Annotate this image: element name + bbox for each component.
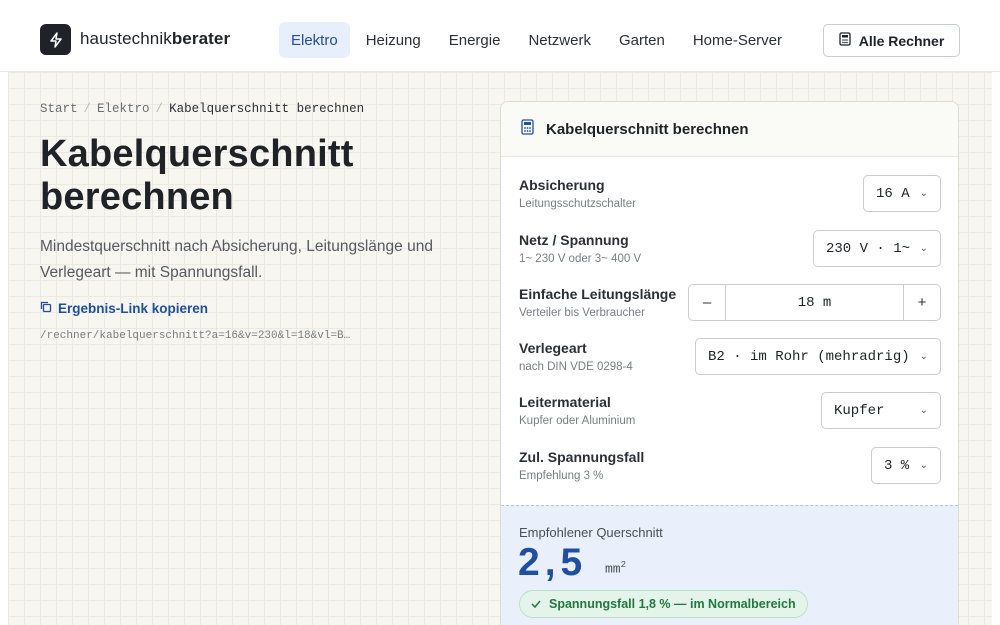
nav-item-garten[interactable]: Garten	[607, 22, 677, 58]
status-text: Spannungsfall 1,8 % — im Normalbereich	[549, 597, 796, 611]
field-label: Zul. Spannungsfall	[519, 449, 645, 465]
breadcrumb: Start / Elektro / Kabelquerschnitt berechnen	[40, 102, 364, 116]
installation-select[interactable]: B2 · im Rohr (mehradrig) ⌄	[695, 338, 941, 375]
decrement-button[interactable]: –	[689, 285, 726, 320]
result-value: 2,5	[518, 541, 588, 584]
calculator-icon	[521, 119, 534, 140]
chevron-down-icon: ⌄	[919, 351, 928, 362]
increment-button[interactable]: +	[903, 285, 940, 320]
result-unit: mm2	[605, 560, 627, 577]
copy-icon	[40, 301, 52, 316]
breadcrumb-separator: /	[83, 102, 92, 116]
field-hint: Kupfer oder Aluminium	[519, 415, 636, 427]
copy-result-link-button[interactable]: Ergebnis-Link kopieren	[40, 301, 208, 316]
top-header: haustechnikberater Elektro Heizung Energ…	[0, 0, 1000, 72]
brand-name[interactable]: haustechnikberater	[80, 29, 230, 49]
select-value: 230 V · 1~	[826, 240, 911, 257]
select-value: Kupfer	[834, 402, 885, 419]
logo-bolt-icon[interactable]	[40, 24, 71, 55]
field-label: Einfache Leitungslänge	[519, 286, 677, 302]
result-panel: Empfohlener Querschnitt 2,5 mm2 Spannung…	[501, 505, 958, 625]
chevron-down-icon: ⌄	[919, 405, 928, 416]
length-input[interactable]: 18 m	[726, 285, 903, 320]
status-badge: Spannungsfall 1,8 % — im Normalbereich	[519, 590, 808, 618]
voltage-drop-select[interactable]: 3 % ⌄	[871, 447, 941, 484]
voltage-select[interactable]: 230 V · 1~ ⌄	[813, 230, 941, 267]
result-label: Empfohlener Querschnitt	[519, 525, 663, 540]
all-calculators-button[interactable]: Alle Rechner	[823, 24, 960, 57]
field-label: Leitermaterial	[519, 394, 611, 410]
field-label: Absicherung	[519, 177, 605, 193]
calculator-title: Kabelquerschnitt berechnen	[546, 121, 749, 138]
select-value: 16 A	[876, 185, 910, 202]
field-hint: Leitungsschutzschalter	[519, 198, 636, 210]
breadcrumb-elektro[interactable]: Elektro	[97, 102, 150, 116]
field-hint: Empfehlung 3 %	[519, 470, 604, 482]
nav-item-energie[interactable]: Energie	[437, 22, 513, 58]
select-value: 3 %	[884, 457, 910, 474]
nav-item-elektro[interactable]: Elektro	[279, 22, 350, 58]
page-subtitle: Mindestquerschnitt nach Absicherung, Lei…	[40, 238, 433, 281]
breadcrumb-separator: /	[155, 102, 164, 116]
main-nav: Elektro Heizung Energie Netzwerk Garten …	[279, 22, 798, 58]
chevron-down-icon: ⌄	[919, 188, 928, 199]
fuse-select[interactable]: 16 A ⌄	[863, 175, 941, 212]
field-hint: 1~ 230 V oder 3~ 400 V	[519, 253, 642, 265]
nav-item-home-server[interactable]: Home-Server	[681, 22, 794, 58]
breadcrumb-current: Kabelquerschnitt berechnen	[169, 102, 365, 116]
all-calculators-label: Alle Rechner	[858, 32, 945, 49]
chevron-down-icon: ⌄	[919, 460, 928, 471]
chevron-down-icon: ⌄	[919, 243, 928, 254]
calculator-icon	[839, 32, 851, 49]
select-value: B2 · im Rohr (mehradrig)	[708, 348, 910, 365]
result-url: /rechner/kabelquerschnitt?a=16&v=230&l=1…	[40, 330, 351, 342]
copy-result-link-label: Ergebnis-Link kopieren	[58, 301, 209, 316]
field-hint: Verteiler bis Verbraucher	[519, 307, 645, 319]
field-hint: nach DIN VDE 0298-4	[519, 361, 633, 373]
calculator-card: Kabelquerschnitt berechnen Absicherung L…	[500, 101, 959, 625]
field-label: Verlegeart	[519, 340, 587, 356]
check-icon	[531, 597, 541, 611]
length-stepper: – 18 m +	[688, 284, 941, 321]
field-label: Netz / Spannung	[519, 232, 629, 248]
nav-item-netzwerk[interactable]: Netzwerk	[516, 22, 603, 58]
breadcrumb-start[interactable]: Start	[40, 102, 78, 116]
page-title: Kabelquerschnitt berechnen	[40, 133, 354, 218]
nav-item-heizung[interactable]: Heizung	[354, 22, 433, 58]
calculator-card-header: Kabelquerschnitt berechnen	[501, 102, 958, 157]
material-select[interactable]: Kupfer ⌄	[821, 392, 941, 429]
